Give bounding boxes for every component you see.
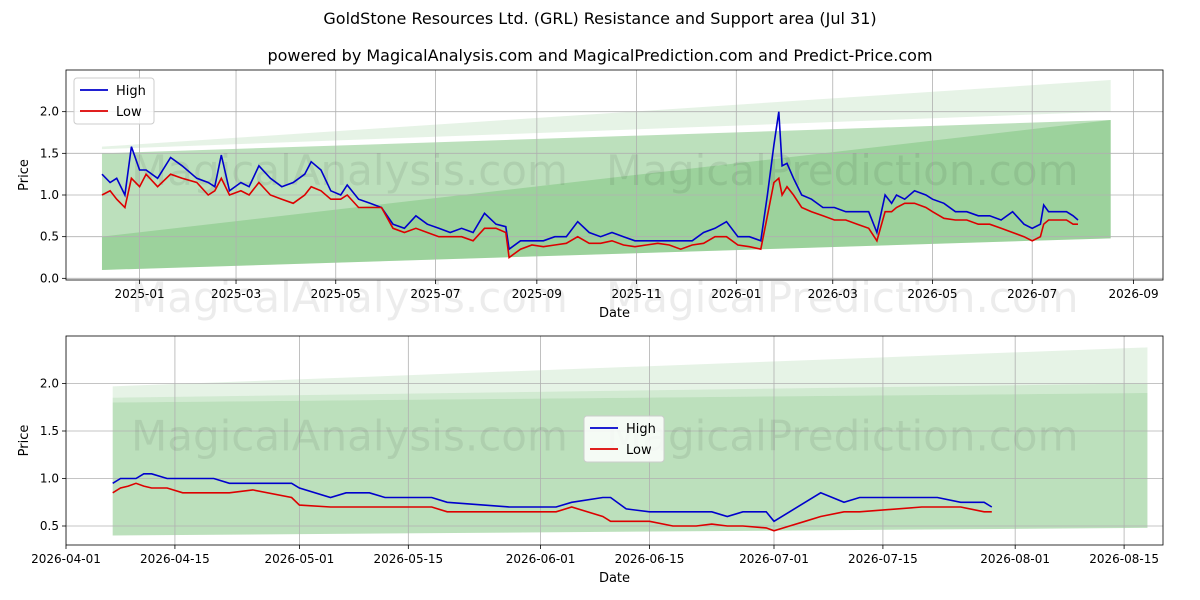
x-tick-label: 2025-05 [311, 287, 361, 301]
x-tick-label: 2026-04-15 [140, 552, 210, 566]
chart-canvas: MagicalAnalysis.com MagicalPrediction.com… [17, 69, 1164, 586]
plot-area: MagicalAnalysis.com MagicalPrediction.com [66, 70, 1163, 280]
x-tick-label: 2026-07-15 [848, 552, 918, 566]
legend-label-high: High [116, 84, 146, 99]
x-tick-label: 2026-06-15 [615, 552, 685, 566]
y-tick-label: 1.5 [40, 146, 59, 160]
x-tick-label: 2025-01 [114, 287, 164, 301]
legend-label-low: Low [116, 105, 142, 120]
top-chart-panel: MagicalAnalysis.com MagicalPrediction.com… [17, 69, 1164, 322]
x-tick-label: 2025-03 [211, 287, 261, 301]
bottom-chart-panel: MagicalAnalysis.com MagicalPrediction.com… [17, 335, 1164, 586]
y-tick-label: 1.0 [40, 472, 59, 486]
x-tick-label: 2026-06-01 [506, 552, 576, 566]
x-tick-label: 2026-01 [711, 287, 761, 301]
y-tick-label: 0.5 [40, 519, 59, 533]
legend: High Low [583, 415, 665, 463]
watermark-left: MagicalAnalysis.com [131, 412, 568, 461]
y-tick-label: 0.0 [40, 271, 59, 285]
watermark-right: MagicalPrediction.com [606, 412, 1079, 461]
legend-label-low: Low [626, 443, 652, 458]
x-tick-label: 2026-05-01 [265, 552, 335, 566]
x-tick-label: 2026-08-01 [980, 552, 1050, 566]
x-tick-label: 2025-09 [512, 287, 562, 301]
x-tick-label: 2026-03 [808, 287, 858, 301]
y-tick-label: 0.5 [40, 230, 59, 244]
x-tick-label: 2026-05-15 [373, 552, 443, 566]
y-tick-label: 1.0 [40, 188, 59, 202]
y-tick-label: 2.0 [40, 105, 59, 119]
x-tick-label: 2026-07 [1007, 287, 1057, 301]
legend-label-high: High [626, 422, 656, 437]
y-tick-label: 1.5 [40, 424, 59, 438]
x-tick-label: 2026-08-15 [1089, 552, 1159, 566]
x-tick-label: 2026-09 [1109, 287, 1159, 301]
y-tick-label: 2.0 [40, 377, 59, 391]
x-tick-label: 2026-04-01 [31, 552, 101, 566]
x-axis-label: Date [599, 306, 630, 321]
legend: High Low [73, 77, 155, 125]
x-tick-label: 2025-07 [410, 287, 460, 301]
x-tick-label: 2026-05 [907, 287, 957, 301]
x-tick-label: 2025-11 [612, 287, 662, 301]
watermark-right: MagicalPrediction.com [606, 146, 1079, 195]
y-axis-label: Price [17, 425, 32, 457]
y-axis-label: Price [17, 159, 32, 191]
x-tick-label: 2026-07-01 [739, 552, 809, 566]
x-axis-label: Date [599, 571, 630, 586]
